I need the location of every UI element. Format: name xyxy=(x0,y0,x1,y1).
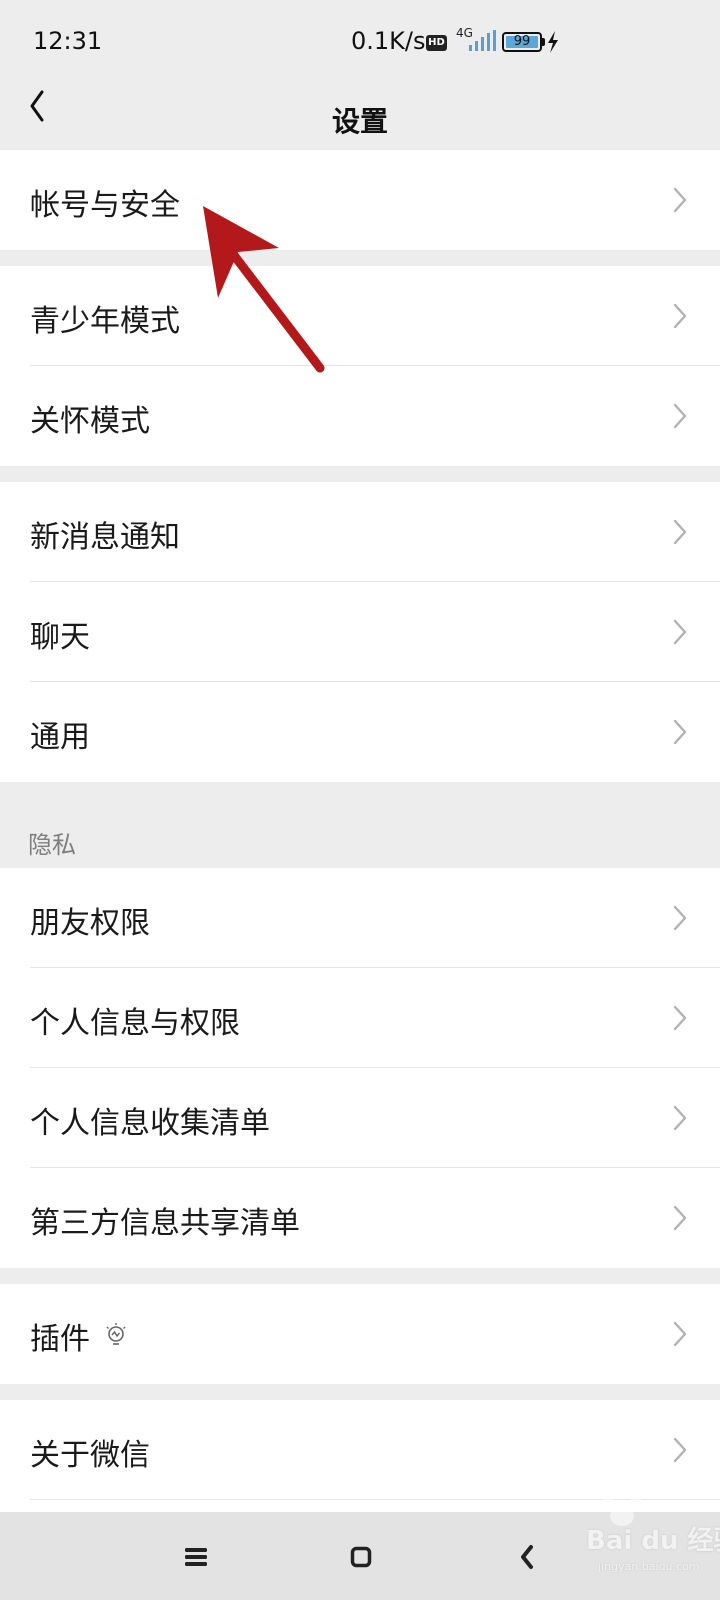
chevron-right-icon xyxy=(673,1321,687,1347)
settings-item-label: 青少年模式 xyxy=(30,304,180,339)
network-speed: 0.1K/s xyxy=(351,27,426,55)
signal-icon xyxy=(469,30,496,51)
battery-nub xyxy=(542,38,545,46)
section-title-privacy: 隐私 xyxy=(28,831,76,859)
chevron-right-icon xyxy=(673,187,687,213)
settings-item-label: 关怀模式 xyxy=(30,404,150,439)
status-time: 12:31 xyxy=(33,27,103,55)
settings-item-notifications[interactable]: 新消息通知 xyxy=(0,482,720,582)
settings-item-plugins[interactable]: 插件 xyxy=(0,1284,720,1384)
settings-item-label: 个人信息收集清单 xyxy=(30,1106,270,1141)
status-bar: 12:31 0.1K/s HD 4G 99 xyxy=(0,0,720,86)
settings-item-label: 插件 xyxy=(30,1322,90,1357)
settings-item-personal-info-permissions[interactable]: 个人信息与权限 xyxy=(0,968,720,1068)
settings-item-label: 朋友权限 xyxy=(30,906,150,941)
baidu-watermark: Bai du 经验 jingyan.baidu.com xyxy=(552,1480,720,1580)
chevron-right-icon xyxy=(673,905,687,931)
chevron-right-icon xyxy=(673,519,687,545)
settings-item-label: 关于微信 xyxy=(30,1438,150,1473)
battery-icon: 99 xyxy=(502,32,542,52)
settings-group-account: 帐号与安全 xyxy=(0,150,720,250)
settings-item-teen-mode[interactable]: 青少年模式 xyxy=(0,266,720,366)
settings-item-label: 帐号与安全 xyxy=(30,188,180,223)
chevron-right-icon xyxy=(673,403,687,429)
chevron-right-icon xyxy=(673,1205,687,1231)
settings-group-general: 新消息通知 聊天 通用 xyxy=(0,482,720,782)
chevron-right-icon xyxy=(673,1437,687,1463)
settings-group-modes: 青少年模式 关怀模式 xyxy=(0,266,720,466)
home-icon[interactable] xyxy=(350,1546,372,1568)
settings-item-personal-info-list[interactable]: 个人信息收集清单 xyxy=(0,1068,720,1168)
bulb-icon xyxy=(106,1323,126,1345)
settings-item-label: 个人信息与权限 xyxy=(30,1006,240,1041)
back-icon[interactable] xyxy=(519,1544,535,1570)
settings-group-privacy: 朋友权限 个人信息与权限 个人信息收集清单 第三方信息共享清单 xyxy=(0,868,720,1268)
chevron-right-icon xyxy=(673,719,687,745)
settings-item-label: 第三方信息共享清单 xyxy=(30,1206,300,1241)
settings-group-plugins: 插件 xyxy=(0,1284,720,1384)
watermark-url: jingyan.baidu.com xyxy=(598,1560,700,1573)
hd-voice-badge: HD xyxy=(426,35,447,51)
charging-bolt-icon xyxy=(548,31,558,53)
battery-level: 99 xyxy=(513,34,531,49)
settings-item-general[interactable]: 通用 xyxy=(0,682,720,782)
chevron-right-icon xyxy=(673,1105,687,1131)
page-title: 设置 xyxy=(331,105,388,138)
watermark-text: Bai du 经验 xyxy=(586,1526,720,1556)
settings-item-label: 聊天 xyxy=(30,620,90,655)
navigation-bar: 设置 xyxy=(0,86,720,150)
chevron-right-icon xyxy=(673,619,687,645)
settings-item-chat[interactable]: 聊天 xyxy=(0,582,720,682)
settings-item-care-mode[interactable]: 关怀模式 xyxy=(0,366,720,466)
settings-item-label: 新消息通知 xyxy=(30,520,180,555)
menu-icon[interactable] xyxy=(184,1546,208,1568)
chevron-right-icon xyxy=(673,303,687,329)
settings-item-friend-permissions[interactable]: 朋友权限 xyxy=(0,868,720,968)
chevron-right-icon xyxy=(673,1005,687,1031)
settings-item-third-party-sharing[interactable]: 第三方信息共享清单 xyxy=(0,1168,720,1268)
settings-item-label: 通用 xyxy=(30,720,90,755)
settings-item-account-security[interactable]: 帐号与安全 xyxy=(0,150,720,250)
